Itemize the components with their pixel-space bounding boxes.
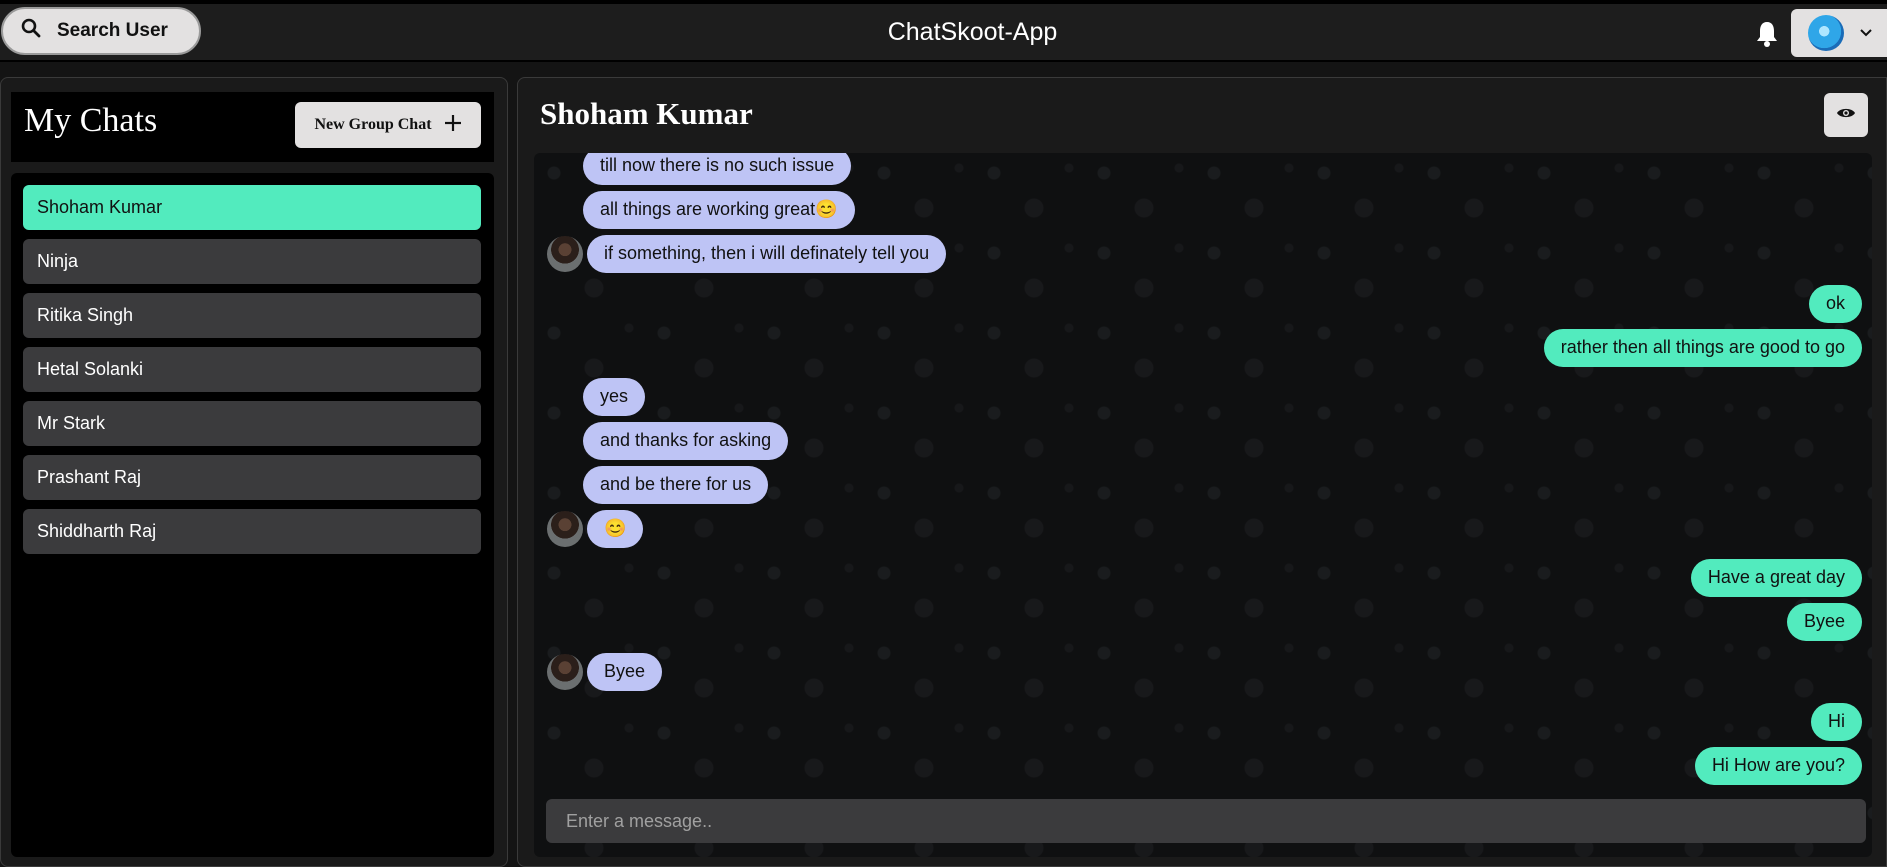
top-bar: Search User ChatSkoot-App xyxy=(0,0,1887,62)
chat-list-item[interactable]: Shiddharth Raj xyxy=(23,509,481,554)
sent-message: Byee xyxy=(1786,603,1862,641)
chat-list-item[interactable]: Ninja xyxy=(23,239,481,284)
new-group-chat-label: New Group Chat xyxy=(314,116,432,133)
new-group-chat-button[interactable]: New Group Chat xyxy=(295,102,481,148)
chat-list-item[interactable]: Mr Stark xyxy=(23,401,481,446)
sent-message: Hi How are you? xyxy=(1694,747,1862,785)
sent-message: ok xyxy=(1808,285,1862,323)
message-input[interactable] xyxy=(546,799,1866,843)
my-chats-title: My Chats xyxy=(24,102,158,139)
my-chats-header: My Chats New Group Chat xyxy=(11,92,494,162)
chat-list-item[interactable]: Hetal Solanki xyxy=(23,347,481,392)
view-profile-button[interactable] xyxy=(1824,93,1868,137)
received-message: Byee xyxy=(587,653,663,691)
received-message: 😊 xyxy=(587,510,644,548)
received-message: till now there is no such issue xyxy=(583,153,852,185)
received-message: if something, then i will definately tel… xyxy=(587,235,947,273)
chevron-down-icon xyxy=(1860,24,1872,42)
chat-list: Shoham Kumar Ninja Ritika Singh Hetal Solan… xyxy=(11,173,494,857)
received-message: and thanks for asking xyxy=(583,422,789,460)
received-message: yes xyxy=(583,378,646,416)
sender-avatar[interactable] xyxy=(547,654,583,690)
messages-area[interactable]: till now there is no such issue all thing… xyxy=(534,153,1872,857)
my-chats-panel: My Chats New Group Chat Shoham Kumar Ninj… xyxy=(0,77,508,867)
sender-avatar[interactable] xyxy=(547,511,583,547)
profile-menu-button[interactable] xyxy=(1791,9,1887,57)
eye-icon xyxy=(1836,106,1856,125)
sent-message: rather then all things are good to go xyxy=(1543,329,1862,367)
received-message: and be there for us xyxy=(583,466,769,504)
received-message: all things are working great😊 xyxy=(583,191,855,229)
chat-list-item[interactable]: Prashant Raj xyxy=(23,455,481,500)
app-title: ChatSkoot-App xyxy=(887,18,1058,46)
chat-list-item[interactable]: Shoham Kumar xyxy=(23,185,481,230)
bell-icon[interactable] xyxy=(1755,20,1779,48)
sent-message: Hi xyxy=(1811,703,1862,741)
sender-avatar[interactable] xyxy=(547,236,583,272)
chat-title: Shoham Kumar xyxy=(540,96,753,131)
plus-icon xyxy=(444,114,462,137)
avatar xyxy=(1808,15,1844,51)
chat-list-item[interactable]: Ritika Singh xyxy=(23,293,481,338)
sent-message: Have a great day xyxy=(1690,559,1862,597)
chat-panel: Shoham Kumar till now there is no such i… xyxy=(517,77,1887,867)
